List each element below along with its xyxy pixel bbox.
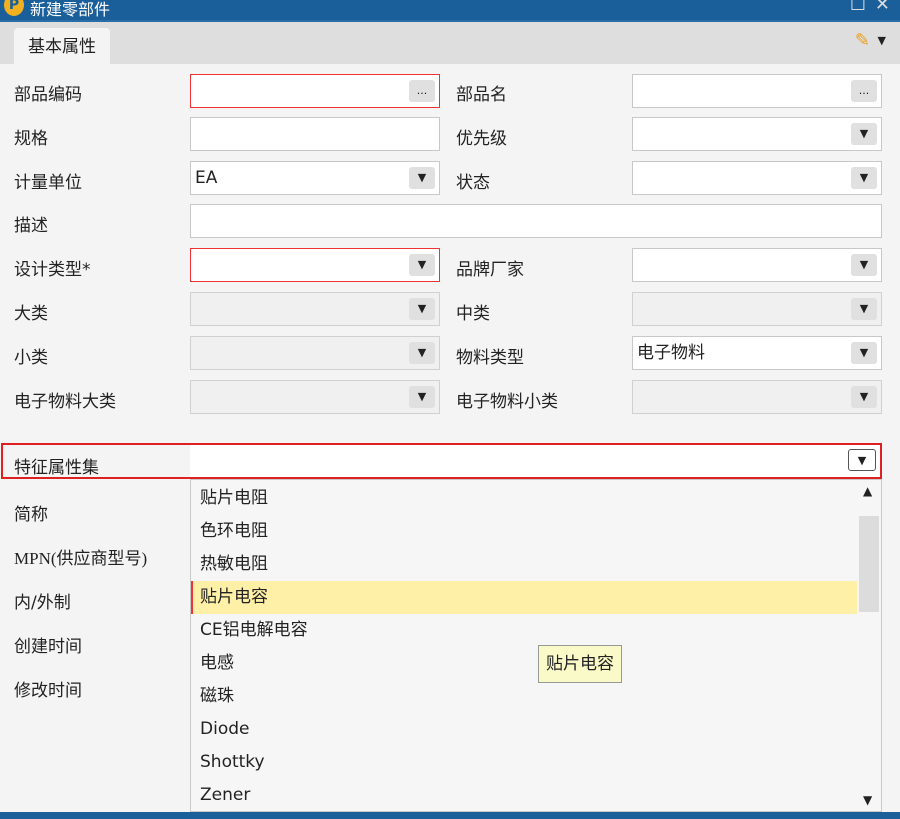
design-type-label: 设计类型* [14,260,91,280]
status-select[interactable]: ▼ [632,161,882,195]
brand-select[interactable]: ▼ [632,248,882,282]
part-name-label: 部品名 [456,85,507,105]
scroll-down-icon[interactable]: ▼ [863,793,872,807]
category-mid-label: 中类 [456,304,490,324]
description-label: 描述 [14,216,48,236]
spec-label: 规格 [14,129,48,149]
title-bar: P 新建零部件 ☐ ✕ [0,0,900,20]
dropdown-arrow-icon[interactable]: ▼ [409,254,435,276]
pencil-icon[interactable]: ✎ [855,30,870,51]
list-item[interactable]: Zener [191,779,857,812]
app-logo-icon: P [4,0,24,16]
material-type-value: 电子物料 [637,343,705,363]
elec-minor-label: 电子物料小类 [456,392,558,412]
elec-minor-select[interactable]: ▼ [632,380,882,414]
scroll-up-icon[interactable]: ▲ [863,484,872,498]
part-code-input[interactable]: ... [190,74,440,108]
design-type-select[interactable]: ▼ [190,248,440,282]
dropdown-arrow-icon[interactable]: ▼ [851,298,877,320]
dropdown-arrow-icon[interactable]: ▼ [409,386,435,408]
unit-select[interactable]: EA ▼ [190,161,440,195]
category-minor-select[interactable]: ▼ [190,336,440,370]
close-icon[interactable]: ✕ [875,0,890,15]
feature-set-dropdown-list: 贴片电阻 色环电阻 热敏电阻 贴片电容 CE铝电解电容 电感 磁珠 Diode … [190,479,882,812]
browse-button[interactable]: ... [851,80,877,102]
unit-value: EA [195,168,218,188]
tab-basic-properties[interactable]: 基本属性 [14,28,110,66]
category-mid-select[interactable]: ▼ [632,292,882,326]
part-code-label: 部品编码 [14,85,82,105]
list-item[interactable]: Shottky [191,746,857,779]
maximize-icon[interactable]: ☐ [850,0,866,15]
dropdown-arrow-icon[interactable]: ▼ [409,342,435,364]
list-item[interactable]: 色环电阻 [191,515,857,548]
dropdown-arrow-icon[interactable]: ▼ [851,167,877,189]
dropdown-arrow-icon[interactable]: ▼ [851,123,877,145]
dropdown-arrow-icon[interactable]: ▼ [409,167,435,189]
list-item[interactable]: CE铝电解电容 [191,614,857,647]
description-input[interactable] [190,204,882,238]
chevron-down-icon[interactable]: ▼ [878,34,886,47]
list-item[interactable]: Diode [191,713,857,746]
priority-select[interactable]: ▼ [632,117,882,151]
modified-label: 修改时间 [14,681,82,701]
spec-input[interactable] [190,117,440,151]
elec-major-select[interactable]: ▼ [190,380,440,414]
material-type-label: 物料类型 [456,348,524,368]
dropdown-arrow-icon[interactable]: ▼ [851,254,877,276]
short-name-label: 简称 [14,505,48,525]
priority-label: 优先级 [456,129,507,149]
window-title: 新建零部件 [30,0,111,19]
tab-strip: 基本属性 ✎ ▼ [0,20,900,66]
browse-button[interactable]: ... [409,80,435,102]
list-item[interactable]: 贴片电阻 [191,482,857,515]
dropdown-arrow-icon[interactable]: ▼ [848,449,876,471]
list-item[interactable]: 热敏电阻 [191,548,857,581]
part-name-input[interactable]: ... [632,74,882,108]
dropdown-arrow-icon[interactable]: ▼ [851,386,877,408]
tooltip: 贴片电容 [538,645,622,683]
make-type-label: 内/外制 [14,593,71,613]
status-label: 状态 [456,173,490,193]
category-minor-label: 小类 [14,348,48,368]
feature-set-label: 特征属性集 [14,458,99,478]
scrollbar-thumb[interactable] [859,516,879,612]
dropdown-arrow-icon[interactable]: ▼ [851,342,877,364]
category-major-label: 大类 [14,304,48,324]
dropdown-arrow-icon[interactable]: ▼ [409,298,435,320]
scrollbar[interactable]: ▲ ▼ [857,480,881,811]
material-type-select[interactable]: 电子物料 ▼ [632,336,882,370]
category-major-select[interactable]: ▼ [190,292,440,326]
list-item[interactable]: 电感 [191,647,857,680]
created-label: 创建时间 [14,637,82,657]
mpn-label: MPN(供应商型号) [14,549,148,568]
feature-set-select[interactable]: ▼ [190,445,880,477]
elec-major-label: 电子物料大类 [14,392,116,412]
brand-label: 品牌厂家 [456,260,524,280]
unit-label: 计量单位 [14,173,82,193]
list-item-selected[interactable]: 贴片电容 [191,581,857,614]
list-item[interactable]: 磁珠 [191,680,857,713]
